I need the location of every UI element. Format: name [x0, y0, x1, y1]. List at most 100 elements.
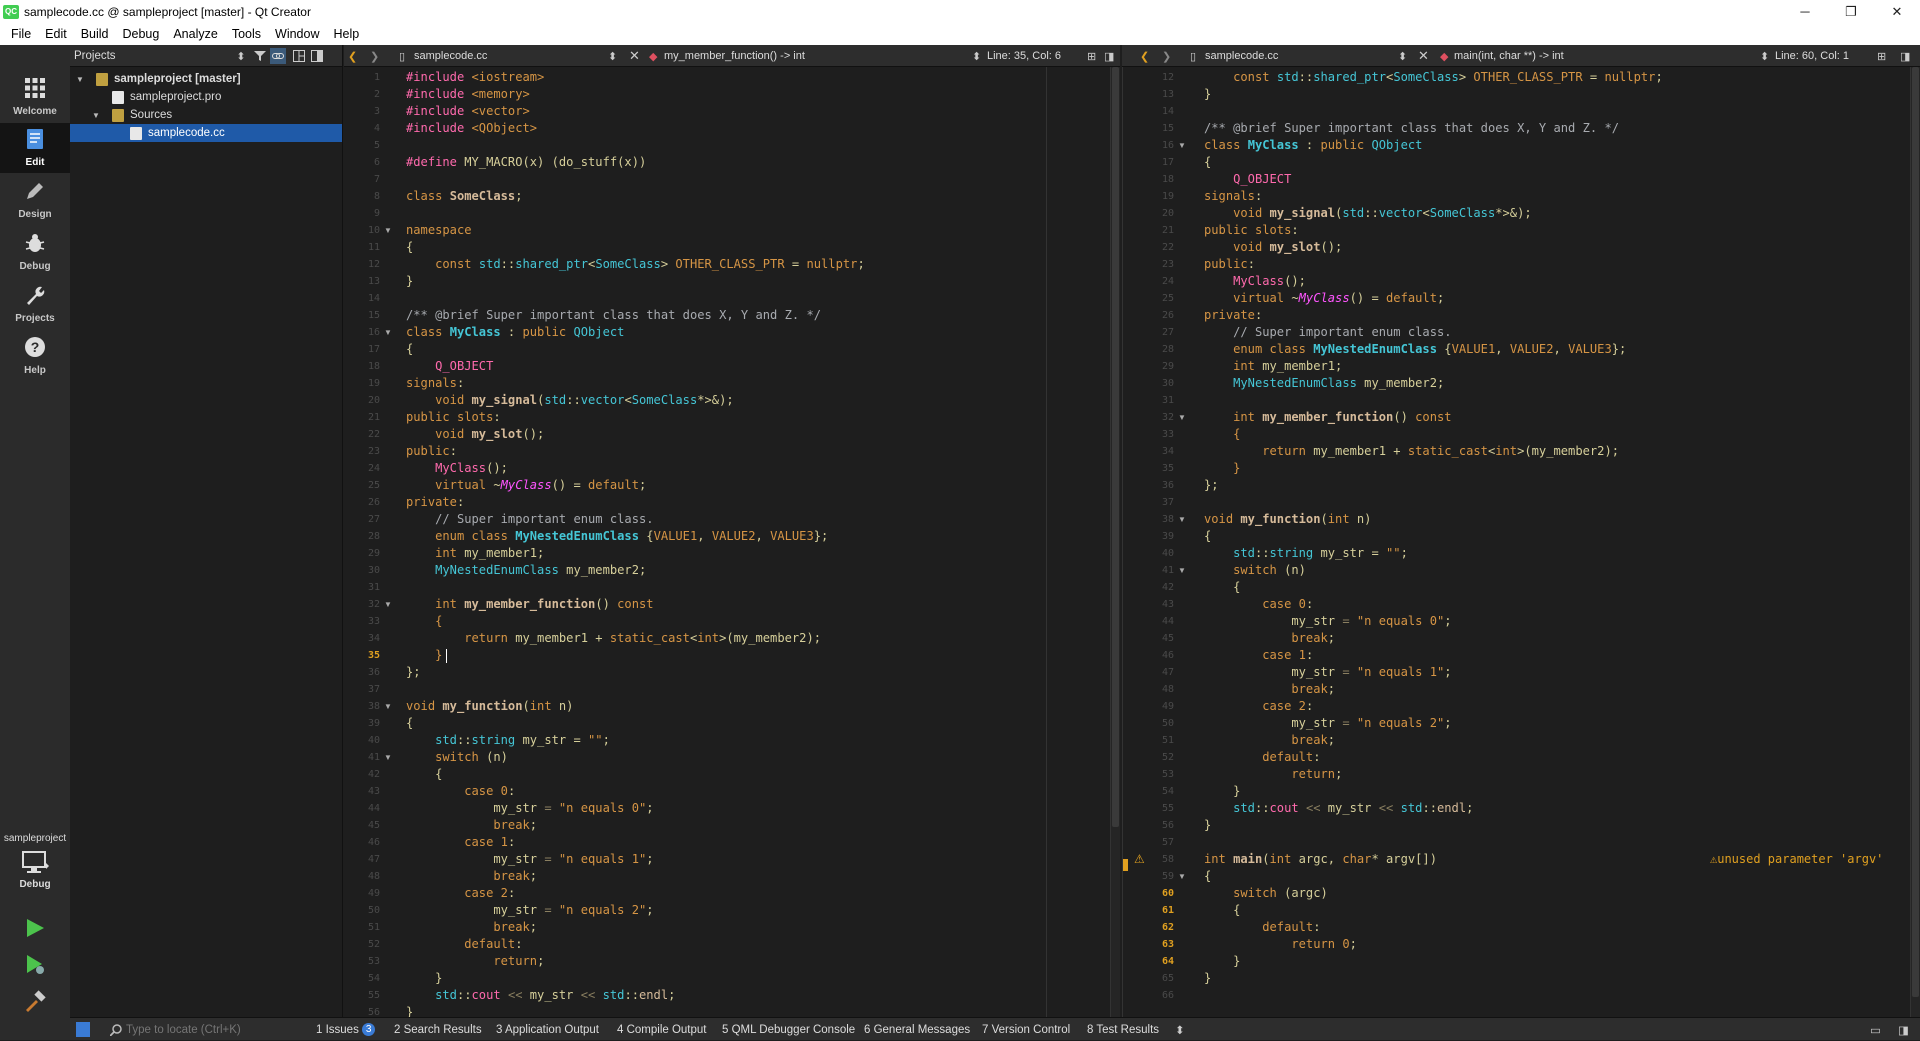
minimize-button[interactable]: ─ [1782, 0, 1828, 23]
tab-compile-output[interactable]: 4 Compile Output [617, 1018, 707, 1041]
code-token: () = [1349, 291, 1387, 305]
split-icon[interactable]: ⊞ [1877, 45, 1886, 67]
updown-icon[interactable]: ⬍ [1175, 1018, 1185, 1041]
fold-arrow-icon[interactable]: ▼ [384, 324, 392, 341]
monitor-icon [21, 850, 49, 879]
cursor-position[interactable]: Line: 60, Col: 1 [1775, 45, 1849, 67]
menu-help[interactable]: Help [326, 27, 366, 41]
tree-item-sources[interactable]: ▼ Sources [70, 106, 342, 124]
updown-icon[interactable]: ⬍ [972, 45, 981, 67]
link-icon[interactable] [270, 48, 286, 64]
kit-selector[interactable]: Debug [0, 850, 70, 898]
close-split-icon[interactable]: ◨ [1900, 45, 1910, 67]
scrollbar-thumb[interactable] [1912, 67, 1919, 997]
document-selector[interactable]: samplecode.cc [414, 45, 487, 67]
maximize-button[interactable]: ❐ [1828, 0, 1874, 23]
fold-arrow-icon[interactable]: ▼ [384, 596, 392, 613]
toggle-sidebar-icon[interactable] [76, 1022, 90, 1037]
tree-item-samplecode[interactable]: samplecode.cc [70, 124, 342, 142]
updown-icon[interactable]: ⬍ [608, 45, 617, 67]
scrollbar-thumb[interactable] [1112, 67, 1119, 827]
mode-help[interactable]: ? Help [0, 331, 70, 381]
expand-arrow-icon[interactable]: ▼ [92, 111, 102, 120]
tab-general-messages[interactable]: 6 General Messages [864, 1018, 970, 1041]
vertical-scrollbar[interactable] [1110, 67, 1120, 1017]
close-document-icon[interactable]: ✕ [629, 45, 640, 67]
menu-window[interactable]: Window [268, 27, 326, 41]
code-token: ; [1466, 801, 1474, 815]
code-token: *>&); [697, 393, 734, 407]
symbol-selector[interactable]: main(int, char **) -> int [1454, 45, 1564, 67]
updown-icon[interactable]: ⬍ [1398, 45, 1407, 67]
updown-icon[interactable]: ⬍ [233, 48, 249, 64]
cpp-file-icon [130, 126, 142, 140]
tab-qml-debugger-console[interactable]: 5 QML Debugger Console [722, 1018, 855, 1041]
code-token: my_member2; [1356, 376, 1445, 390]
tab-application-output[interactable]: 3 Application Output [496, 1018, 599, 1041]
fold-arrow-icon[interactable]: ▼ [1178, 562, 1186, 579]
fold-arrow-icon[interactable]: ▼ [1178, 409, 1186, 426]
forward-icon[interactable]: ❯ [370, 45, 379, 67]
line-number: 9 [373, 208, 380, 219]
code-line: my_str = "n equals 0"; [406, 800, 653, 817]
close-pane-icon[interactable] [309, 48, 325, 64]
progress-details-icon[interactable]: ▭ [1870, 1018, 1881, 1041]
line-number: 27 [1161, 327, 1174, 338]
back-icon[interactable]: ❮ [1140, 45, 1149, 67]
fold-arrow-icon[interactable]: ▼ [384, 698, 392, 715]
run-button[interactable] [21, 915, 49, 943]
filter-icon[interactable] [252, 48, 268, 64]
tree-item-pro-file[interactable]: sampleproject.pro [70, 88, 342, 106]
document-selector[interactable]: samplecode.cc [1205, 45, 1278, 67]
menu-edit[interactable]: Edit [38, 27, 74, 41]
expand-arrow-icon[interactable]: ▼ [76, 75, 86, 84]
code-token: ; [1335, 767, 1343, 781]
code-token: 2 [500, 886, 508, 900]
warning-icon[interactable]: ⚠ [1134, 851, 1145, 868]
menu-tools[interactable]: Tools [225, 27, 268, 41]
close-document-icon[interactable]: ✕ [1418, 45, 1429, 67]
close-button[interactable]: ✕ [1874, 0, 1920, 23]
fold-arrow-icon[interactable]: ▼ [1178, 511, 1186, 528]
mode-projects[interactable]: Projects [0, 279, 70, 329]
code-token: : [515, 937, 523, 951]
fold-arrow-icon[interactable]: ▼ [384, 222, 392, 239]
menu-file[interactable]: File [4, 27, 38, 41]
forward-icon[interactable]: ❯ [1162, 45, 1171, 67]
vertical-scrollbar[interactable] [1910, 67, 1920, 1017]
tab-test-results[interactable]: 8 Test Results [1087, 1018, 1159, 1041]
toggle-right-sidebar-icon[interactable]: ◨ [1898, 1018, 1909, 1041]
mode-edit[interactable]: Edit [0, 123, 70, 173]
tab-search-results[interactable]: 2 Search Results [394, 1018, 482, 1041]
back-icon[interactable]: ❮ [348, 45, 357, 67]
fold-arrow-icon[interactable]: ▼ [1178, 137, 1186, 154]
build-button[interactable] [21, 988, 49, 1016]
line-number: 40 [367, 735, 380, 746]
cursor-position[interactable]: Line: 35, Col: 6 [987, 45, 1061, 67]
split-icon[interactable] [291, 48, 307, 64]
code-token: return [1291, 767, 1336, 781]
fold-arrow-icon[interactable]: ▼ [1178, 868, 1186, 885]
split-icon[interactable]: ⊞ [1087, 45, 1096, 67]
fold-arrow-icon[interactable]: ▼ [384, 749, 392, 766]
line-number: 44 [367, 803, 380, 814]
close-split-icon[interactable]: ◨ [1104, 45, 1114, 67]
code-token: default [1386, 291, 1437, 305]
project-folder-icon [96, 72, 108, 86]
updown-icon[interactable]: ⬍ [1760, 45, 1769, 67]
mode-design[interactable]: Design [0, 175, 70, 225]
menu-debug[interactable]: Debug [116, 27, 167, 41]
tab-version-control[interactable]: 7 Version Control [982, 1018, 1070, 1041]
menu-build[interactable]: Build [74, 27, 116, 41]
tree-item-project[interactable]: ▼ sampleproject [master] [70, 70, 342, 88]
code-token: 0 [1298, 597, 1306, 611]
tab-issues[interactable]: 1 Issues 3 [316, 1018, 376, 1041]
locator-input[interactable] [126, 1018, 286, 1041]
mode-debug[interactable]: Debug [0, 227, 70, 277]
debug-run-button[interactable] [21, 951, 49, 979]
menu-analyze[interactable]: Analyze [166, 27, 224, 41]
view-selector[interactable]: Projects [74, 50, 116, 62]
symbol-selector[interactable]: my_member_function() -> int [664, 45, 805, 67]
mode-welcome[interactable]: Welcome [0, 72, 70, 122]
